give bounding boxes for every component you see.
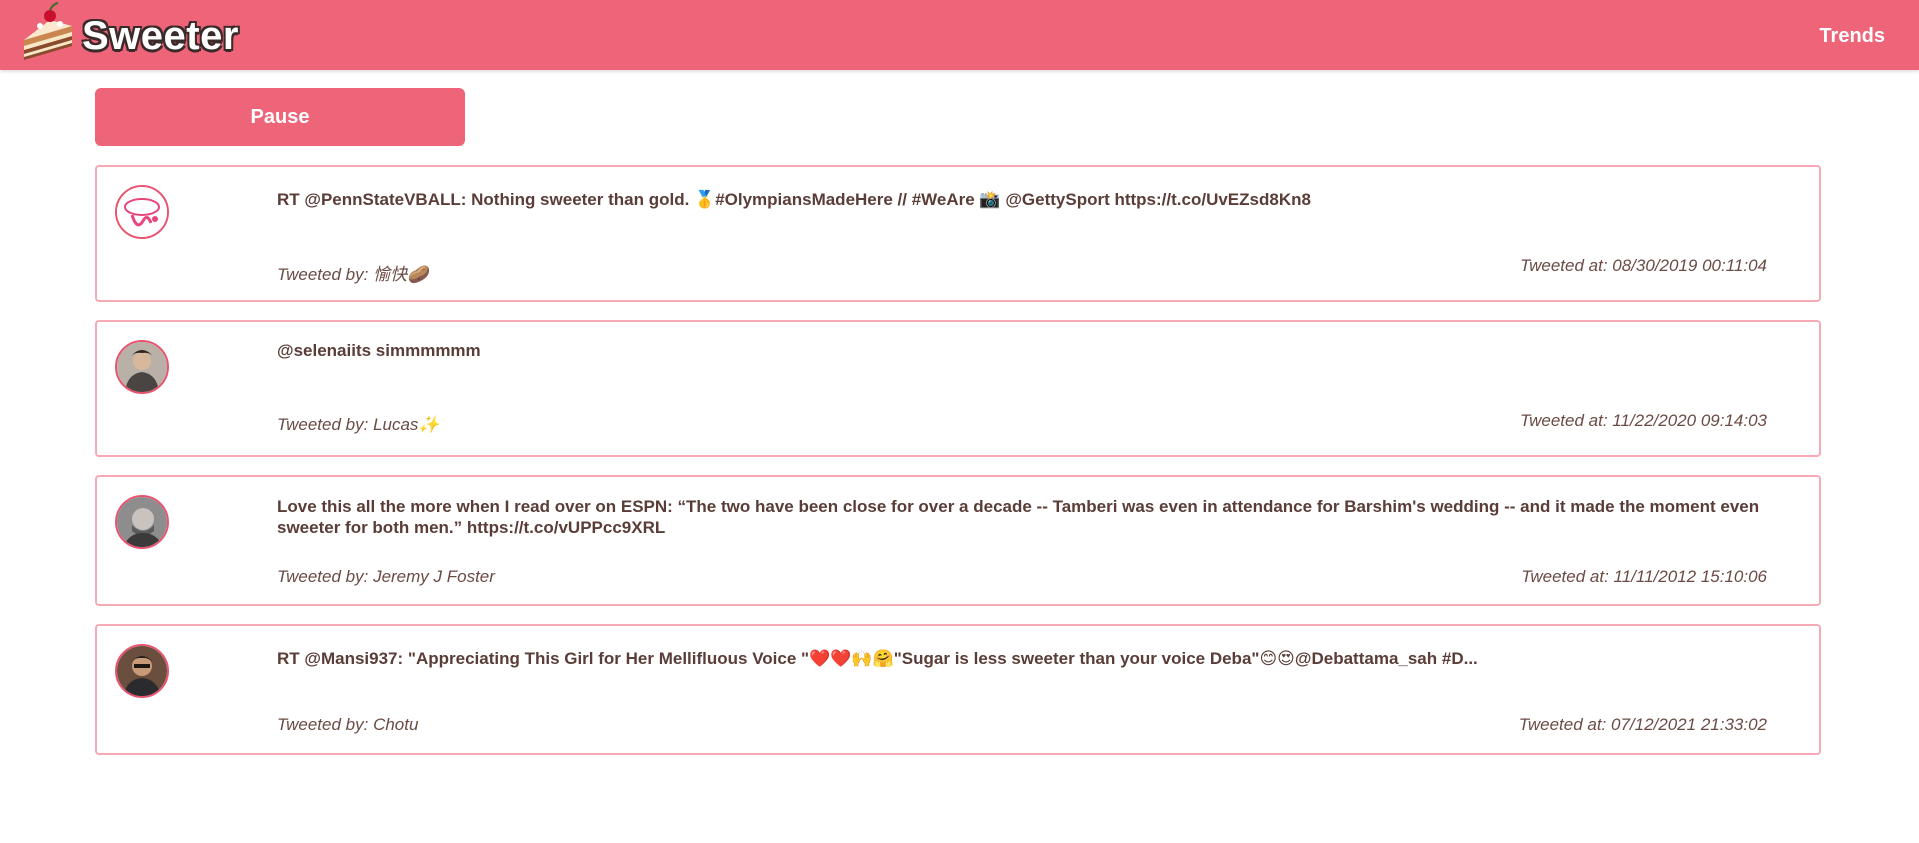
tweet-card: RT @Mansi937: "Appreciating This Girl fo…: [95, 624, 1821, 755]
tweet-card: RT @PennStateVBALL: Nothing sweeter than…: [95, 165, 1821, 302]
tweet-avatar: [115, 644, 169, 698]
nav-link-trends[interactable]: Trends: [1819, 25, 1885, 48]
person-photo-icon: [117, 497, 167, 547]
tweet-text: Love this all the more when I read over …: [277, 497, 1764, 537]
brand-title: Sweeter: [82, 14, 239, 58]
tweet-author: Tweeted by: 愉快🥔: [277, 265, 429, 284]
tweet-timestamp: Tweeted at: 11/11/2012 15:10:06: [1521, 567, 1767, 586]
tweet-author: Tweeted by: Jeremy J Foster: [277, 567, 495, 586]
tweet-avatar: [115, 185, 169, 239]
tweet-text: RT @Mansi937: "Appreciating This Girl fo…: [277, 649, 1478, 668]
cake-slice-icon: [24, 2, 72, 60]
pause-button[interactable]: Pause: [95, 88, 465, 146]
tweet-text: @selenaiits simmmmmm: [277, 341, 481, 360]
tweet-text: RT @PennStateVBALL: Nothing sweeter than…: [277, 190, 1311, 209]
person-photo-icon: [117, 646, 167, 696]
tweet-timestamp: Tweeted at: 07/12/2021 21:33:02: [1518, 715, 1767, 734]
tweet-timestamp: Tweeted at: 11/22/2020 09:14:03: [1519, 411, 1767, 430]
tweet-avatar: [115, 495, 169, 549]
tweet-card: Love this all the more when I read over …: [95, 475, 1821, 606]
tweet-avatar: [115, 340, 169, 394]
belle-fille-logo-icon: [117, 187, 167, 237]
person-photo-icon: [117, 342, 167, 392]
tweet-timestamp: Tweeted at: 08/30/2019 00:11:04: [1519, 256, 1767, 275]
tweet-author: Tweeted by: Lucas✨: [277, 415, 440, 434]
tweet-card: @selenaiits simmmmmm Tweeted by: Lucas✨ …: [95, 320, 1821, 457]
tweet-author: Tweeted by: Chotu: [277, 715, 419, 734]
top-bar: Sweeter Trends: [0, 0, 1919, 70]
